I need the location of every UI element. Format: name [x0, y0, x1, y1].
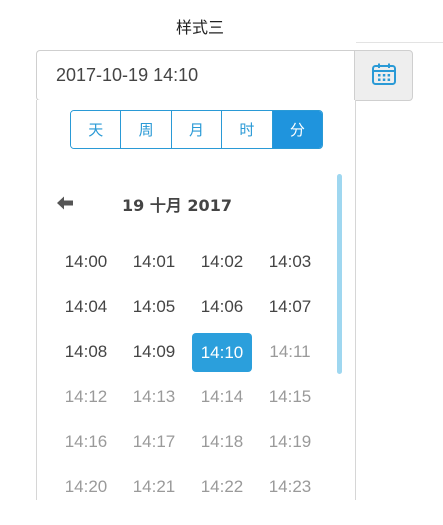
time-cell[interactable]: 14:15 [256, 374, 324, 419]
tab-hour[interactable]: 时 [222, 111, 273, 148]
time-cell[interactable]: 14:23 [256, 464, 324, 500]
time-cell[interactable]: 14:09 [120, 329, 188, 374]
divider [356, 42, 443, 43]
time-cell[interactable]: 14:04 [52, 284, 120, 329]
time-cell[interactable]: 14:01 [120, 239, 188, 284]
datetime-input[interactable] [37, 51, 354, 100]
calendar-button[interactable] [354, 50, 413, 101]
time-cell-selected[interactable]: 14:10 [192, 333, 252, 372]
picker-nav: 19 十月 2017 [37, 188, 337, 218]
page-title: 样式三 [175, 18, 224, 37]
time-cell[interactable]: 14:21 [120, 464, 188, 500]
time-cell[interactable]: 14:02 [188, 239, 256, 284]
time-cell[interactable]: 14:03 [256, 239, 324, 284]
time-cell[interactable]: 14:14 [188, 374, 256, 419]
tab-week[interactable]: 周 [121, 111, 172, 148]
view-mode-tabs: 天 周 月 时 分 [70, 110, 323, 149]
time-cell[interactable]: 14:22 [188, 464, 256, 500]
tab-minute[interactable]: 分 [272, 111, 322, 148]
arrow-left-icon[interactable] [54, 192, 76, 214]
calendar-icon [371, 62, 397, 90]
time-cell[interactable]: 14:00 [52, 239, 120, 284]
time-cell[interactable]: 14:05 [120, 284, 188, 329]
time-cell[interactable]: 14:17 [120, 419, 188, 464]
scrollbar[interactable] [337, 174, 342, 374]
time-cell[interactable]: 14:06 [188, 284, 256, 329]
tab-month[interactable]: 月 [171, 111, 223, 148]
time-cell[interactable]: 14:18 [188, 419, 256, 464]
time-cell[interactable]: 14:20 [52, 464, 120, 500]
time-cell[interactable]: 14:07 [256, 284, 324, 329]
time-cell[interactable]: 14:19 [256, 419, 324, 464]
time-grid: 14:00 14:01 14:02 14:03 14:04 14:05 14:06 14:07… [52, 239, 332, 500]
time-cell[interactable]: 14:12 [52, 374, 120, 419]
tab-day[interactable]: 天 [71, 111, 122, 148]
time-cell[interactable]: 14:16 [52, 419, 120, 464]
time-cell[interactable]: 14:08 [52, 329, 120, 374]
time-cell[interactable]: 14:11 [256, 329, 324, 374]
datetime-picker-dropdown: 天 周 月 时 分 19 十月 2017 14:00 14:01 14:02 14:0… [36, 100, 356, 500]
datetime-input-group [36, 50, 354, 101]
period-label[interactable]: 19 十月 2017 [107, 192, 247, 216]
time-cell[interactable]: 14:13 [120, 374, 188, 419]
